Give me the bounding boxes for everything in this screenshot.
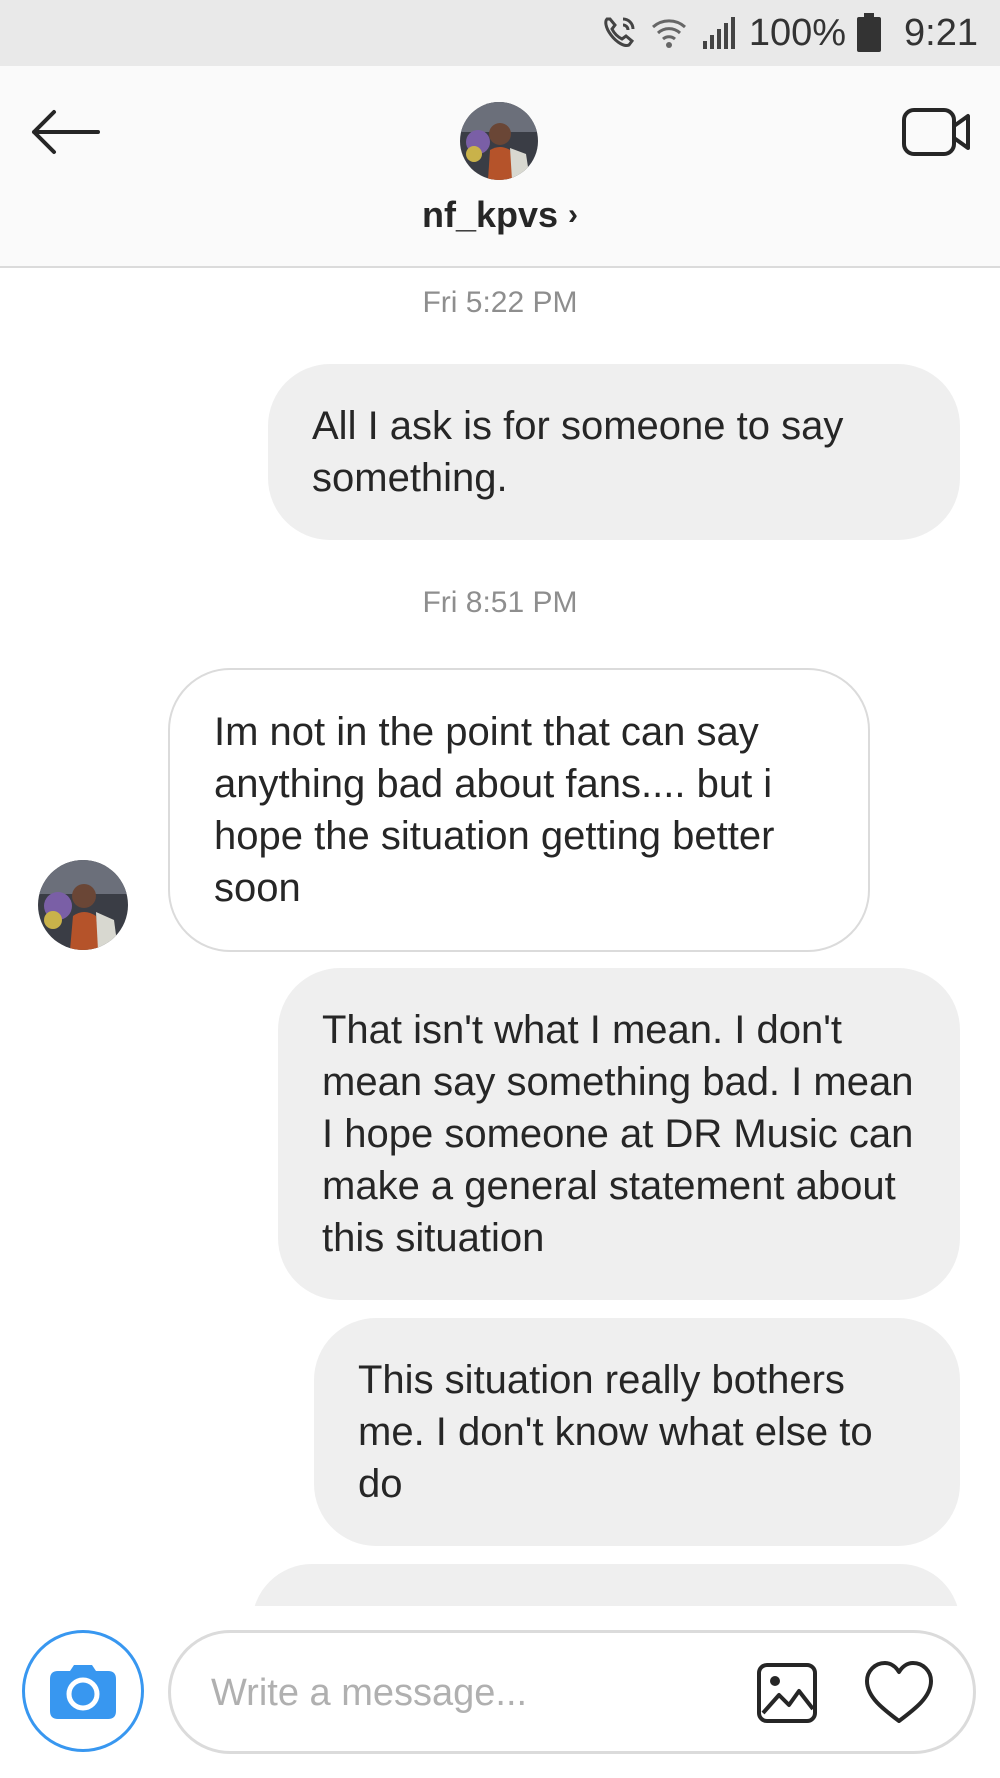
header-username[interactable]: nf_kpvs bbox=[422, 194, 558, 236]
outgoing-message[interactable]: This situation really bothers me. I don'… bbox=[314, 1318, 960, 1546]
conversation-header: nf_kpvs › bbox=[0, 66, 1000, 268]
header-avatar[interactable] bbox=[460, 102, 538, 180]
message-thread[interactable]: Fri 5:22 PM All I ask is for someone to … bbox=[0, 268, 1000, 1606]
timestamp: Fri 5:22 PM bbox=[422, 286, 578, 319]
battery-percentage: 100% bbox=[748, 11, 847, 54]
status-bar: 100% 9:21 bbox=[0, 0, 1000, 66]
video-call-button[interactable] bbox=[900, 102, 974, 162]
sender-avatar[interactable] bbox=[38, 860, 128, 950]
wifi-call-icon bbox=[599, 13, 639, 53]
signal-icon bbox=[699, 13, 739, 53]
back-arrow-icon bbox=[32, 110, 100, 154]
camera-button[interactable] bbox=[22, 1630, 144, 1752]
timestamp: Fri 8:51 PM bbox=[422, 586, 578, 619]
outgoing-message[interactable]: That isn't what I mean. I don't mean say… bbox=[278, 968, 960, 1300]
back-button[interactable] bbox=[30, 102, 102, 162]
camera-icon bbox=[50, 1665, 116, 1719]
composer-area bbox=[0, 1606, 1000, 1778]
message-composer bbox=[168, 1630, 976, 1754]
incoming-message[interactable]: Im not in the point that can say anythin… bbox=[168, 668, 870, 952]
wifi-icon bbox=[649, 13, 689, 53]
battery-icon bbox=[856, 13, 882, 53]
gallery-button[interactable] bbox=[755, 1661, 819, 1725]
outgoing-message[interactable] bbox=[252, 1564, 960, 1606]
message-input[interactable] bbox=[211, 1661, 691, 1725]
gallery-icon bbox=[757, 1663, 817, 1723]
like-button[interactable] bbox=[863, 1659, 935, 1727]
heart-icon bbox=[865, 1661, 933, 1723]
video-call-icon bbox=[902, 108, 970, 156]
chevron-right-icon: › bbox=[568, 198, 579, 231]
header-username-row[interactable]: nf_kpvs › bbox=[0, 194, 1000, 236]
status-time: 9:21 bbox=[904, 11, 978, 54]
outgoing-message[interactable]: All I ask is for someone to say somethin… bbox=[268, 364, 960, 540]
